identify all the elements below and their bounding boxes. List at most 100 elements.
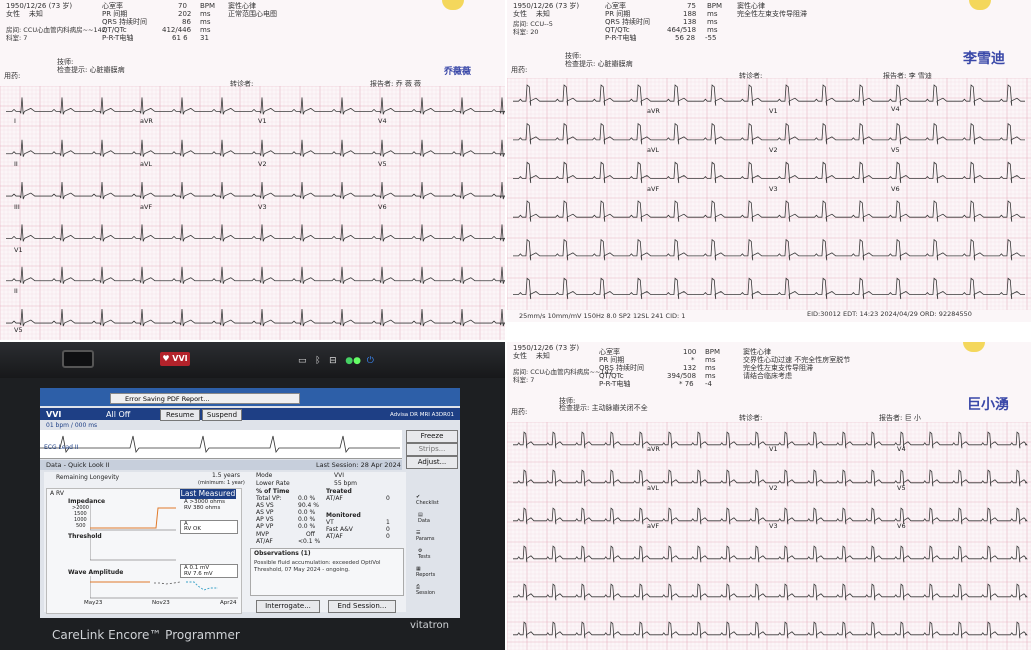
treated-header: Treated [326,488,352,495]
heart-icon: ♥ [162,354,170,363]
pct-row-label: MVP [256,531,269,538]
ecg-report-bottom-right: 1950/12/26 (73 岁) 女性 未知 房间: CCU心血管内科病房~~… [507,342,1031,650]
end-session-button[interactable]: End Session... [328,600,396,613]
impedance-rv: RV 380 ohms [184,505,221,511]
lead-label: aVL [140,160,153,168]
pct-row-value: 0.0 % [298,523,316,530]
pacemaker-programmer: ♥ VVI ▭ ᛒ ⊟ ●● ⏻ Error Saving PDF Report… [0,342,505,650]
signature: 巨小湧 [967,397,1009,413]
power-icon[interactable]: ⏻ [367,356,374,366]
lead-label: V1 [769,107,778,115]
pct-row-label: AS VS [256,502,274,509]
lead-label: aVF [647,522,660,530]
lead-label: aVR [647,445,660,453]
lead-label: III [14,203,20,211]
device-model: Advisa DR MRI A3DR01 [390,412,454,418]
pct-row-value: 0.0 % [298,516,316,523]
ecg-grid [507,422,1031,650]
data-nav[interactable]: ▤ Data [418,512,430,524]
last-session: Last Session: 28 Apr 2024 [316,461,401,469]
strips-button[interactable]: Strips... [406,443,458,456]
pct-row-label: AT/AF [256,538,273,545]
ecg-report-top-left: 1950/12/26 (73 岁) 女性 未知 房间: CCU心血管内科病房~~… [0,0,505,340]
pct-row-value: Off [306,531,315,538]
pct-row-value: 90.4 % [298,502,319,509]
diagnosis: 窦性心律 正常范围心电图 [228,2,277,18]
pct-row-label: AP VS [256,516,274,523]
freeze-button[interactable]: Freeze [406,430,458,443]
data-tab-title[interactable]: Data - Quick Look II [46,461,110,469]
resume-button[interactable]: Resume [160,409,200,421]
lead-label: aVF [140,203,153,211]
session-nav[interactable]: ⎙ Session [416,584,435,596]
pct-row-label: AS VP [256,509,274,516]
treated-row-value: 0 [386,495,390,502]
lead-label: I [14,117,16,125]
adjust-button[interactable]: Adjust... [406,456,458,469]
lead-label: V5 [14,326,23,334]
diagnosis: 窦性心律 交界性心动过速 不完全性房室脱节 完全性左束支传导阻滞 请结合临床考虑 [743,348,851,380]
ecg-report-top-right: 1950/12/26 (73 岁) 女性 未知 房间: CCU--5 科室: 2… [507,0,1031,322]
lead-label: V2 [769,484,778,492]
x-tick: Nov23 [152,600,170,606]
all-off-label: All Off [106,410,131,419]
monitored-row-label: AT/AF [326,533,343,540]
reports-nav[interactable]: ▦ Reports [416,566,435,578]
tech-label: 技师: [565,52,582,60]
lead-label: aVR [647,107,660,115]
lead-label: V4 [897,445,906,453]
interrogate-button[interactable]: Interrogate... [256,600,320,613]
pct-row-value: 0.0 % [298,509,316,516]
mode-field-label: Mode [256,472,273,479]
lead-label: aVR [140,117,153,125]
lead-label: V5 [378,160,387,168]
lead-label: V5 [897,484,906,492]
lead-label: V4 [378,117,387,125]
pct-row-value: <0.1 % [298,538,321,545]
x-tick: Apr24 [220,600,237,606]
hospital-logo [969,0,991,10]
mode-label: VVI [46,410,62,419]
diagnosis: 窦性心律 完全性左束支传导阻滞 [737,2,807,18]
pct-row-label: Total VP: [256,495,282,502]
patient-info: 1950/12/26 (73 岁) 女性 未知 房间: CCU心血管内科病房~~… [513,344,613,384]
signature: 李雪迪 [963,51,1005,67]
monitored-row-value: 0 [386,533,390,540]
x-tick: May23 [84,600,103,606]
hospital-logo [442,0,464,10]
led-indicator-icon: ● [353,356,361,366]
lead-label: V6 [891,185,900,193]
ecg-lead-label: ECG Lead II [44,444,79,451]
suspend-button[interactable]: Suspend [202,409,242,421]
treated-row-label: AT/AF [326,495,343,502]
lead-label: aVL [647,146,660,154]
exam-hint: 检查提示: 心脏瓣膜病 [565,60,633,68]
tech-label: 技师: [57,58,74,66]
rate-readout: 01 bpm / 000 ms [46,422,98,429]
impedance-tick: 500 [76,523,86,529]
tests-nav[interactable]: ⚙ Tests [418,548,430,560]
lower-rate-value: 55 bpm [334,480,358,487]
meds-label: 用药: [511,66,528,74]
lead-label: V1 [769,445,778,453]
lead-label: V3 [258,203,267,211]
network-icon: ⊟ [329,356,337,366]
error-dialog-title: Error Saving PDF Report... [110,393,300,404]
measurements: 心室率 100 BPM PR 间期 * ms QRS 持续时间 132 ms QT/QTc 3… [599,348,721,388]
lead-legend: A RV [50,490,64,497]
mode-badge: ♥ VVI [160,352,190,366]
lead-label: II [14,160,18,168]
impedance-trend [90,502,176,531]
lead-label: V3 [769,185,778,193]
observation-text: Possible fluid accumulation: exceeded Op… [254,560,381,573]
lead-label: V4 [891,105,900,113]
lead-label: V2 [769,146,778,154]
lead-label: V5 [891,146,900,154]
pct-time-header: % of Time [256,488,290,495]
params-nav[interactable]: ☰ Params [416,530,434,542]
lead-label: V3 [769,522,778,530]
monitored-header: Monitored [326,512,361,519]
monitored-row-label: Fast A&V [326,526,353,533]
checklist-nav[interactable]: ✔ Checklist [416,494,439,506]
lead-label: V6 [897,522,906,530]
